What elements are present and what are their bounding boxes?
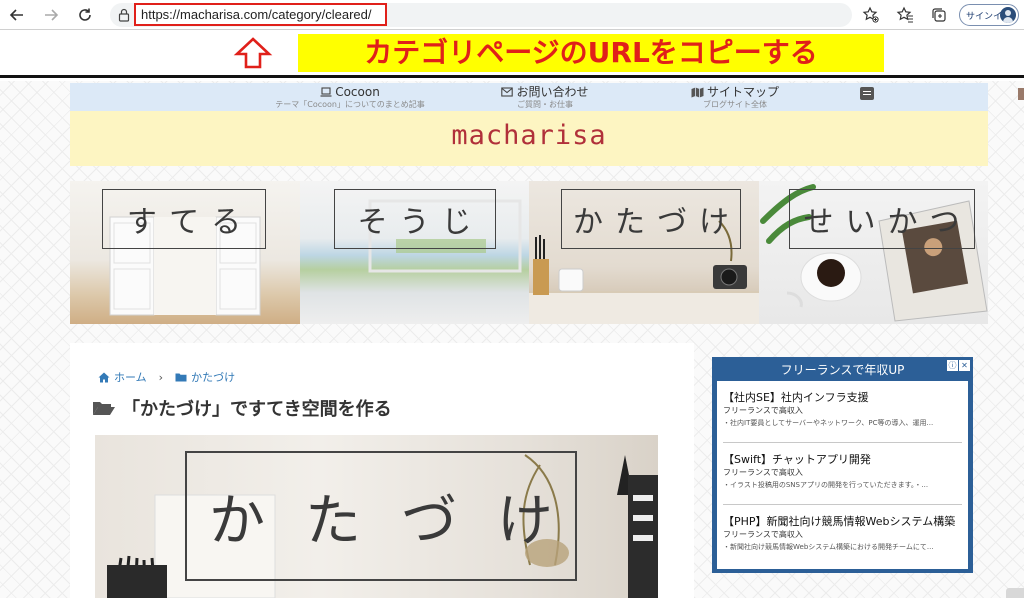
nav-item-subtitle: ブログサイト全体 [703, 100, 767, 109]
ad-item-description: ・イラスト投稿用のSNSアプリの開発を行っていただきます。・... [723, 481, 929, 489]
collections-button[interactable] [928, 4, 950, 26]
ad-choices[interactable]: ⓘ ✕ [947, 360, 970, 371]
nav-item-subtitle: テーマ「Cocoon」についてのまとめ記事 [275, 100, 425, 109]
nav-item-sitemap[interactable]: サイトマップ ブログサイト全体 [670, 85, 800, 110]
signin-button[interactable]: サインイン [959, 4, 1019, 26]
banner-seiketsu[interactable]: せいかつ [758, 181, 988, 324]
reload-icon [79, 8, 91, 21]
banner-label: かたづけ [561, 189, 741, 249]
favorites-icon [896, 6, 913, 23]
close-icon[interactable]: ✕ [959, 360, 970, 371]
info-icon[interactable]: ⓘ [947, 360, 958, 371]
site-header: macharisa [70, 111, 988, 166]
folder-open-icon [93, 402, 115, 415]
nav-item-contact[interactable]: お問い合わせ ご質問・お仕事 [480, 85, 610, 110]
site-navigation: Cocoon テーマ「Cocoon」についてのまとめ記事 お問い合わせ ご質問・… [70, 83, 988, 111]
up-arrow-icon [233, 37, 273, 69]
ad-list: 【社内SE】社内インフラ支援 フリーランスで高収入 ・社内IT要員としてサーバー… [717, 381, 968, 569]
reload-button[interactable] [72, 3, 98, 27]
ad-item-headline: 【社内SE】社内インフラ支援 [723, 391, 869, 404]
ad-item-description: ・新聞社向け競馬情報Webシステム構築における開発チームにて... [723, 543, 934, 551]
back-button[interactable] [4, 3, 30, 27]
site-favorite-icon [862, 6, 879, 23]
page-title: 「かたづけ」ですてき空間を作る [92, 395, 392, 421]
back-arrow-icon [9, 9, 23, 21]
site-logo[interactable]: macharisa [70, 120, 988, 151]
banner-souji[interactable]: そうじ [299, 181, 529, 324]
chevron-right-icon: › [158, 370, 164, 384]
banner-label: すてる [102, 189, 266, 249]
page-title-text: 「かたづけ」ですてき空間を作る [122, 399, 392, 420]
web-page: Cocoon テーマ「Cocoon」についてのまとめ記事 お問い合わせ ご質問・… [0, 81, 1024, 598]
banner-label: そうじ [333, 189, 496, 249]
map-icon [691, 87, 704, 97]
ad-item-subtitle: フリーランスで高収入 [723, 406, 803, 415]
home-icon [98, 372, 110, 382]
mail-icon [501, 87, 514, 97]
site-favorite-button[interactable] [860, 4, 882, 26]
annotation-band: カテゴリページのURLをコピーする [0, 30, 1024, 78]
corner-thumbnail [1006, 588, 1024, 598]
ad-item-headline: 【PHP】新聞社向け競馬情報Webシステム構築 [723, 515, 956, 528]
ad-item-subtitle: フリーランスで高収入 [723, 530, 803, 539]
ad-item[interactable]: 【PHP】新聞社向け競馬情報Webシステム構築 フリーランスで高収入 ・新聞社向… [723, 505, 962, 567]
ad-item[interactable]: 【社内SE】社内インフラ支援 フリーランスで高収入 ・社内IT要員としてサーバー… [723, 381, 962, 443]
eyecatch-image: かたづけ [95, 435, 658, 598]
sidebar-ad[interactable]: フリーランスで年収UP ⓘ ✕ 【社内SE】社内インフラ支援 フリーランスで高収… [712, 357, 973, 573]
nav-item-title: お問い合わせ [516, 85, 589, 99]
comment-icon[interactable] [860, 87, 874, 100]
collections-icon [932, 8, 946, 22]
nav-item-cocoon[interactable]: Cocoon テーマ「Cocoon」についてのまとめ記事 [270, 85, 430, 110]
forward-button[interactable] [38, 3, 64, 27]
browser-toolbar: https://macharisa.com/category/cleared/ … [0, 0, 1024, 30]
banner-katazuke[interactable]: かたづけ [529, 181, 759, 324]
folder-icon [175, 373, 187, 382]
banner-suteru[interactable]: すてる [70, 181, 300, 324]
main-content: ホーム › かたづけ 「かたづけ」ですてき空間を作る かたづけ [70, 343, 694, 598]
address-bar[interactable]: https://macharisa.com/category/cleared/ [110, 3, 852, 27]
nav-item-subtitle: ご質問・お仕事 [517, 100, 573, 109]
ad-item[interactable]: 【Swift】チャットアプリ開発 フリーランスで高収入 ・イラスト投稿用のSNS… [723, 443, 962, 505]
laptop-icon [320, 87, 332, 97]
forward-arrow-icon [45, 9, 59, 21]
eyecatch-label: かたづけ [185, 451, 577, 581]
category-banners: すてる そうじ かたづけ せいかつ [70, 181, 988, 324]
annotation-label: カテゴリページのURLをコピーする [298, 34, 884, 72]
ad-title: フリーランスで年収UP [780, 363, 905, 377]
banner-label: せいかつ [788, 189, 975, 249]
profile-avatar-icon [1000, 7, 1016, 23]
nav-item-title: Cocoon [335, 85, 380, 99]
ad-item-description: ・社内IT要員としてサーバーやネットワーク、PC等の導入、運用... [723, 419, 934, 427]
ad-item-subtitle: フリーランスで高収入 [723, 468, 803, 477]
breadcrumb: ホーム › かたづけ [98, 369, 235, 385]
lock-icon[interactable] [118, 8, 130, 22]
nav-item-title: サイトマップ [706, 85, 779, 99]
edge-thumbnail [1018, 88, 1024, 100]
ad-item-headline: 【Swift】チャットアプリ開発 [723, 453, 871, 466]
breadcrumb-current[interactable]: かたづけ [191, 369, 235, 385]
favorites-button[interactable] [894, 4, 916, 26]
breadcrumb-home[interactable]: ホーム [114, 369, 147, 385]
url-text[interactable]: https://macharisa.com/category/cleared/ [134, 3, 387, 26]
